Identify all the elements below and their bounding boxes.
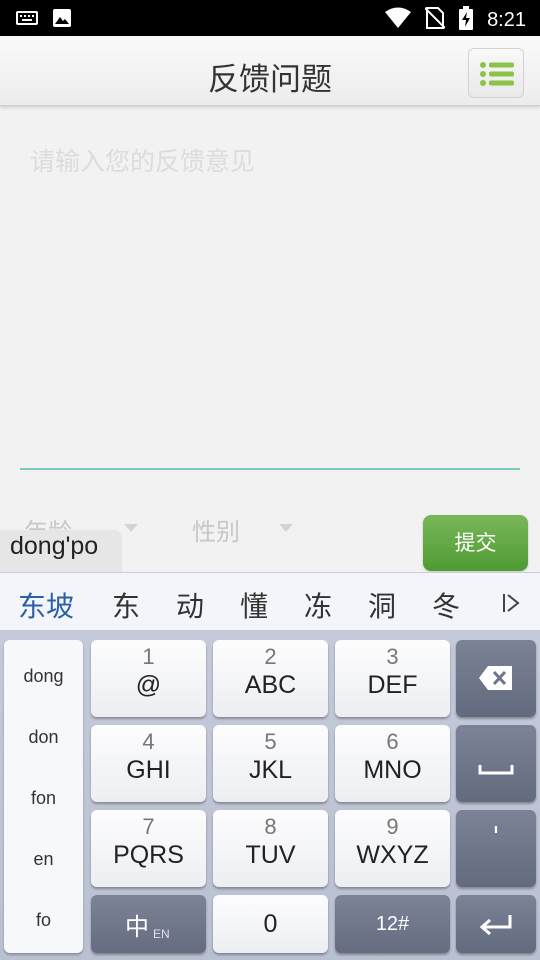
image-icon [52, 8, 72, 32]
no-sim-icon [424, 6, 446, 34]
feedback-input[interactable]: 请输入您的反馈意见 [20, 130, 520, 470]
key-2[interactable]: 2 ABC [213, 640, 328, 717]
key-0[interactable]: 0 [213, 895, 328, 953]
battery-charging-icon [459, 6, 474, 34]
key-5[interactable]: 5 JKL [213, 725, 328, 802]
key-letters: TUV [245, 841, 296, 869]
candidate-item[interactable]: 东 [112, 585, 140, 625]
key-letters: JKL [248, 756, 293, 784]
key-number: 6 [386, 729, 399, 754]
gender-select[interactable]: 性别 [192, 512, 302, 552]
key-6[interactable]: 6 MNO [335, 725, 450, 802]
apostrophe-key[interactable]: ' [456, 810, 536, 887]
key-7[interactable]: 7 PQRS [91, 810, 206, 887]
backspace-icon [479, 666, 512, 690]
lang-main-label: 中 [125, 914, 149, 941]
list-icon [480, 62, 514, 86]
key-9[interactable]: 9 WXYZ [335, 810, 450, 887]
status-bar: 8:21 [0, 0, 540, 36]
keyboard: dong don fon en fo 1 @ 2 ABC 3 DEF 4 GHI… [0, 630, 540, 960]
lang-sub-label: EN [153, 927, 170, 941]
enter-icon [479, 915, 512, 936]
pinyin-option[interactable]: dong [4, 666, 83, 687]
backspace-key[interactable] [456, 640, 536, 717]
key-letters: DEF [367, 671, 418, 699]
key-letters: MNO [363, 756, 422, 784]
wifi-icon [385, 7, 412, 33]
candidate-item[interactable]: 冻 [304, 585, 332, 625]
gender-label: 性别 [192, 518, 240, 546]
space-icon [478, 765, 514, 775]
key-number: 1 [142, 644, 155, 669]
status-time: 8:21 [487, 8, 526, 31]
candidate-bar: 东坡 东 动 懂 冻 洞 冬 [0, 572, 540, 630]
candidate-item[interactable]: 洞 [368, 585, 396, 625]
key-number: 8 [264, 814, 277, 839]
enter-key[interactable] [456, 895, 536, 953]
key-1[interactable]: 1 @ [91, 640, 206, 717]
app-bar: 反馈问题 [0, 36, 540, 106]
key-letters: GHI [126, 756, 171, 784]
language-switch-key[interactable]: 中 EN [91, 895, 206, 953]
feedback-underline [20, 468, 520, 470]
key-number: 4 [142, 729, 155, 754]
key-letters: WXYZ [356, 841, 429, 869]
candidate-item[interactable]: 动 [176, 585, 204, 625]
apostrophe-label: ' [492, 822, 500, 852]
key-number: 5 [264, 729, 277, 754]
space-key[interactable] [456, 725, 536, 802]
candidate-item[interactable]: 东坡 [18, 585, 74, 625]
symbol-key[interactable]: 12# [335, 895, 450, 953]
key-letters: @ [135, 671, 162, 699]
key-letters: PQRS [113, 841, 184, 869]
pinyin-list[interactable]: dong don fon en fo [4, 640, 83, 953]
candidate-item[interactable]: 懂 [240, 585, 268, 625]
pinyin-option[interactable]: fon [4, 788, 83, 809]
more-candidates-icon[interactable] [502, 593, 520, 617]
submit-button[interactable]: 提交 [423, 515, 528, 571]
feedback-placeholder: 请输入您的反馈意见 [30, 147, 256, 176]
gender-dropdown-arrow-icon [279, 524, 293, 532]
key-number: 7 [142, 814, 155, 839]
pinyin-option[interactable]: fo [4, 910, 83, 931]
key-number: 2 [264, 644, 277, 669]
key-number: 9 [386, 814, 399, 839]
key-letters: ABC [244, 671, 297, 699]
candidate-item[interactable]: 冬 [432, 585, 460, 625]
keyboard-icon [16, 10, 38, 30]
pinyin-option[interactable]: en [4, 849, 83, 870]
key-zero-label: 0 [263, 910, 278, 938]
page-title: 反馈问题 [208, 62, 332, 98]
menu-button[interactable] [468, 48, 524, 98]
symbol-label: 12# [375, 913, 410, 935]
age-dropdown-arrow-icon [124, 524, 138, 532]
key-8[interactable]: 8 TUV [213, 810, 328, 887]
ime-composing-text: dong'po [0, 530, 122, 572]
key-number: 3 [386, 644, 399, 669]
pinyin-option[interactable]: don [4, 727, 83, 748]
key-3[interactable]: 3 DEF [335, 640, 450, 717]
key-4[interactable]: 4 GHI [91, 725, 206, 802]
